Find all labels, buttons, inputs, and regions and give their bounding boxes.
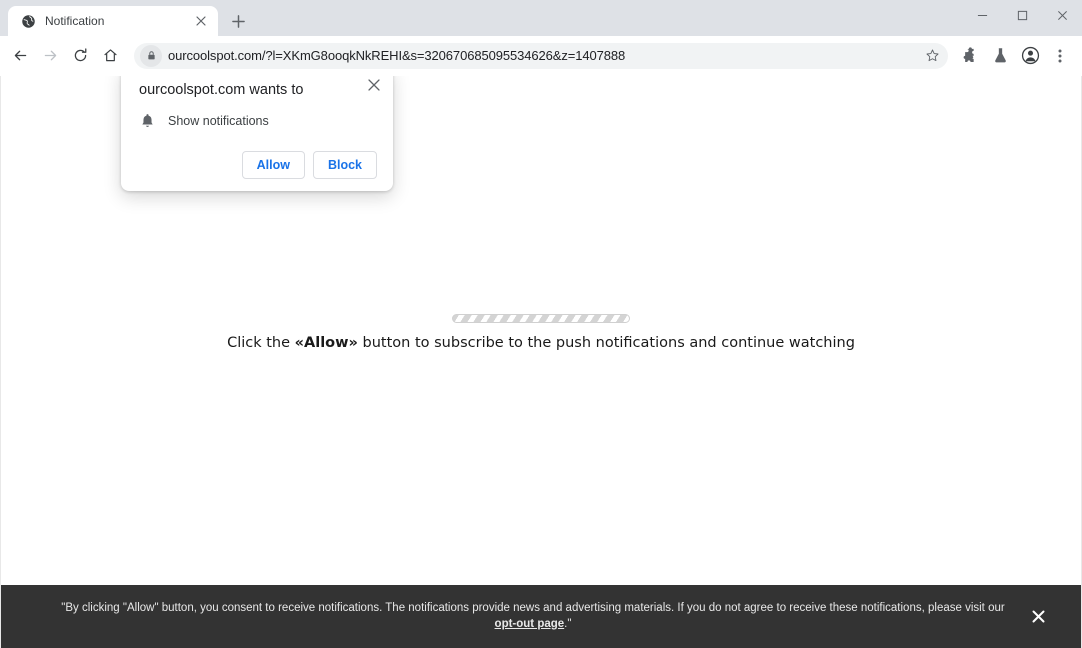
page-content: Click the «Allow» button to subscribe to… <box>1 314 1081 351</box>
forward-button[interactable] <box>36 42 64 70</box>
permission-actions: Allow Block <box>139 151 377 179</box>
bookmark-star-icon[interactable] <box>920 44 944 68</box>
reload-button[interactable] <box>66 42 94 70</box>
minimize-button[interactable] <box>962 0 1002 30</box>
message-emphasis: «Allow» <box>295 335 358 351</box>
consent-text: "By clicking "Allow" button, you consent… <box>1 601 1081 632</box>
consent-banner: "By clicking "Allow" button, you consent… <box>1 585 1081 648</box>
profile-avatar-icon[interactable] <box>1016 42 1044 70</box>
opt-out-page-link[interactable]: opt-out page <box>495 618 565 630</box>
new-tab-button[interactable] <box>224 7 252 35</box>
lock-icon[interactable] <box>140 45 162 67</box>
tab-close-icon[interactable] <box>192 12 210 30</box>
loading-progress-bar <box>452 314 630 323</box>
globe-icon <box>20 13 36 29</box>
browser-toolbar: ourcoolspot.com/?l=XKmG8ooqkNkREHI&s=320… <box>0 36 1082 76</box>
page-instruction-message: Click the «Allow» button to subscribe to… <box>1 335 1081 351</box>
page-viewport: ourcoolspot.com wants to Show notificati… <box>0 76 1082 648</box>
consent-text-before: "By clicking "Allow" button, you consent… <box>61 602 1004 614</box>
window-controls <box>962 0 1082 36</box>
flask-icon[interactable] <box>986 42 1014 70</box>
permission-close-icon[interactable] <box>363 76 385 96</box>
message-prefix: Click the <box>227 335 295 351</box>
close-window-button[interactable] <box>1042 0 1082 30</box>
home-button[interactable] <box>96 42 124 70</box>
browser-window: Notification <box>0 0 1082 648</box>
message-suffix: button to subscribe to the push notifica… <box>358 335 855 351</box>
tab-strip: Notification <box>0 6 962 36</box>
allow-button[interactable]: Allow <box>242 151 305 179</box>
three-dot-menu-icon[interactable] <box>1046 42 1074 70</box>
address-bar[interactable]: ourcoolspot.com/?l=XKmG8ooqkNkREHI&s=320… <box>134 43 948 69</box>
puzzle-piece-icon[interactable] <box>956 42 984 70</box>
browser-tab[interactable]: Notification <box>8 6 218 36</box>
back-button[interactable] <box>6 42 34 70</box>
permission-dialog-title: ourcoolspot.com wants to <box>139 82 377 98</box>
permission-label: Show notifications <box>168 114 269 128</box>
consent-close-icon[interactable] <box>1027 606 1049 628</box>
permission-request-row: Show notifications <box>139 112 377 129</box>
bell-icon <box>139 112 156 129</box>
maximize-button[interactable] <box>1002 0 1042 30</box>
url-text: ourcoolspot.com/?l=XKmG8ooqkNkREHI&s=320… <box>162 48 920 63</box>
block-button[interactable]: Block <box>313 151 377 179</box>
notification-permission-dialog: ourcoolspot.com wants to Show notificati… <box>121 76 393 191</box>
consent-text-after: ." <box>564 618 571 630</box>
tab-title: Notification <box>45 14 183 28</box>
title-bar: Notification <box>0 0 1082 36</box>
